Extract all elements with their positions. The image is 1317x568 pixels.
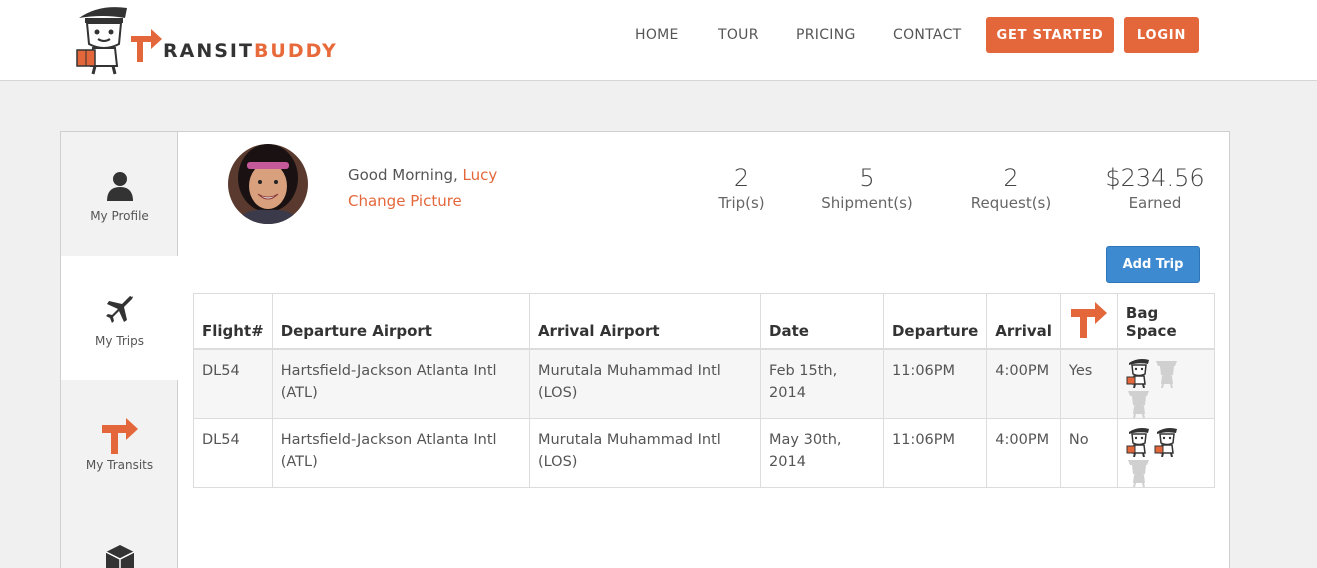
top-header: RANSITBUDDY HOME TOUR PRICING CONTACT GE… — [0, 0, 1317, 81]
greeting-text: Good Morning, Lucy — [348, 166, 497, 184]
main-nav: HOME TOUR PRICING CONTACT GET STARTED LO… — [0, 0, 1317, 70]
avatar[interactable] — [228, 144, 308, 224]
cell-flight: DL54 — [193, 417, 273, 488]
date-line-1: May 30th, — [769, 431, 842, 448]
col-arrival[interactable]: Arrival — [986, 293, 1061, 350]
cell-arrival: 4:00PM — [986, 417, 1061, 488]
cell-transit: Yes — [1059, 348, 1118, 419]
bag-filled-icon — [1126, 427, 1149, 457]
cell-date: May 30th, 2014 — [760, 417, 884, 488]
stat-value: $234.56 — [1105, 164, 1205, 192]
cell-transit: No — [1059, 417, 1118, 488]
sidebar-item-my-profile[interactable]: My Profile — [61, 132, 178, 257]
cell-arrival-airport: Murutala Muhammad Intl (LOS) — [528, 417, 762, 488]
col-departure-airport[interactable]: Departure Airport — [271, 293, 530, 350]
box-icon — [61, 544, 178, 568]
sidebar-item-label: My Trips — [95, 334, 144, 348]
sidebar-item-label: My Transits — [85, 458, 154, 472]
airport-name: Hartsfield-Jackson Atlanta Intl — [280, 362, 497, 379]
sidebar-item-my-trips[interactable]: My Trips — [61, 256, 178, 381]
cell-arrival-airport: Murutala Muhammad Intl (LOS) — [528, 348, 762, 419]
cell-date: Feb 15th, 2014 — [760, 348, 884, 419]
sidebar-item-label: My Profile — [90, 209, 149, 223]
stat-shipments: 5 Shipment(s) — [817, 164, 917, 212]
date-line-1: Feb 15th, 2014 — [769, 362, 838, 401]
stat-value: 5 — [859, 164, 875, 192]
user-icon — [61, 171, 178, 201]
stat-value: 2 — [733, 164, 750, 192]
stat-earned: $234.56 Earned — [1100, 164, 1210, 212]
airport-code: (LOS) — [537, 453, 578, 470]
nav-contact[interactable]: CONTACT — [893, 27, 962, 43]
nav-pricing[interactable]: PRICING — [796, 27, 856, 43]
greeting-prefix: Good Morning, — [348, 166, 463, 184]
col-bag-space[interactable]: Bag Space — [1116, 293, 1216, 350]
user-name: Lucy — [462, 166, 498, 184]
bag-empty-icon — [1127, 459, 1149, 487]
dashboard-panel: My Profile My Trips My Transits Good Mor… — [60, 131, 1230, 568]
stat-requests: 2 Request(s) — [961, 164, 1061, 212]
trips-table: Flight# Departure Airport Arrival Airpor… — [193, 293, 1216, 488]
airplane-icon — [61, 295, 178, 323]
col-arrival-airport[interactable]: Arrival Airport — [528, 293, 762, 350]
col-departure[interactable]: Departure — [882, 293, 988, 350]
change-picture-link[interactable]: Change Picture — [348, 192, 462, 210]
cell-bag-space — [1116, 417, 1216, 488]
table-row[interactable]: DL54 Hartsfield-Jackson Atlanta Intl (ATL)… — [193, 348, 1216, 419]
nav-tour[interactable]: TOUR — [718, 27, 759, 43]
airport-name: Hartsfield-Jackson Atlanta Intl — [280, 431, 497, 448]
transit-arrow-icon — [1070, 301, 1107, 338]
stat-label: Earned — [1128, 194, 1182, 212]
cell-departure: 11:06PM — [882, 417, 988, 488]
cell-bag-space — [1116, 348, 1216, 419]
cell-flight: DL54 — [193, 348, 273, 419]
get-started-button[interactable]: GET STARTED — [986, 17, 1114, 53]
airport-name: Murutala Muhammad Intl — [537, 431, 721, 448]
col-flight[interactable]: Flight# — [193, 293, 273, 350]
login-button[interactable]: LOGIN — [1124, 17, 1199, 53]
cell-departure-airport: Hartsfield-Jackson Atlanta Intl (ATL) — [271, 417, 530, 488]
cell-arrival: 4:00PM — [986, 348, 1061, 419]
bag-empty-icon — [1127, 390, 1149, 418]
bag-empty-icon — [1155, 360, 1177, 388]
cell-departure: 11:06PM — [882, 348, 988, 419]
airport-code: (LOS) — [537, 384, 578, 401]
bag-filled-icon — [1126, 358, 1149, 388]
stat-label: Request(s) — [970, 194, 1052, 212]
add-trip-button[interactable]: Add Trip — [1106, 246, 1200, 283]
bag-filled-icon — [1154, 427, 1177, 457]
stat-label: Shipment(s) — [821, 194, 913, 212]
airport-code: (ATL) — [280, 453, 318, 470]
transit-arrow-icon — [61, 418, 178, 454]
nav-home[interactable]: HOME — [635, 27, 679, 43]
stat-value: 2 — [1003, 164, 1019, 192]
col-transit[interactable] — [1059, 293, 1118, 350]
airport-name: Murutala Muhammad Intl — [537, 362, 721, 379]
table-row[interactable]: DL54 Hartsfield-Jackson Atlanta Intl (ATL)… — [193, 417, 1216, 488]
col-date[interactable]: Date — [760, 293, 884, 350]
stat-label: Trip(s) — [718, 194, 765, 212]
table-header-row: Flight# Departure Airport Arrival Airpor… — [193, 293, 1216, 350]
airport-code: (ATL) — [280, 384, 318, 401]
stat-trips: 2 Trip(s) — [699, 164, 784, 212]
sidebar: My Profile My Trips My Transits — [61, 132, 178, 568]
cell-departure-airport: Hartsfield-Jackson Atlanta Intl (ATL) — [271, 348, 530, 419]
date-line-2: 2014 — [769, 453, 806, 470]
sidebar-item-my-transits[interactable]: My Transits — [61, 380, 178, 505]
sidebar-item-shipments[interactable] — [61, 504, 178, 568]
